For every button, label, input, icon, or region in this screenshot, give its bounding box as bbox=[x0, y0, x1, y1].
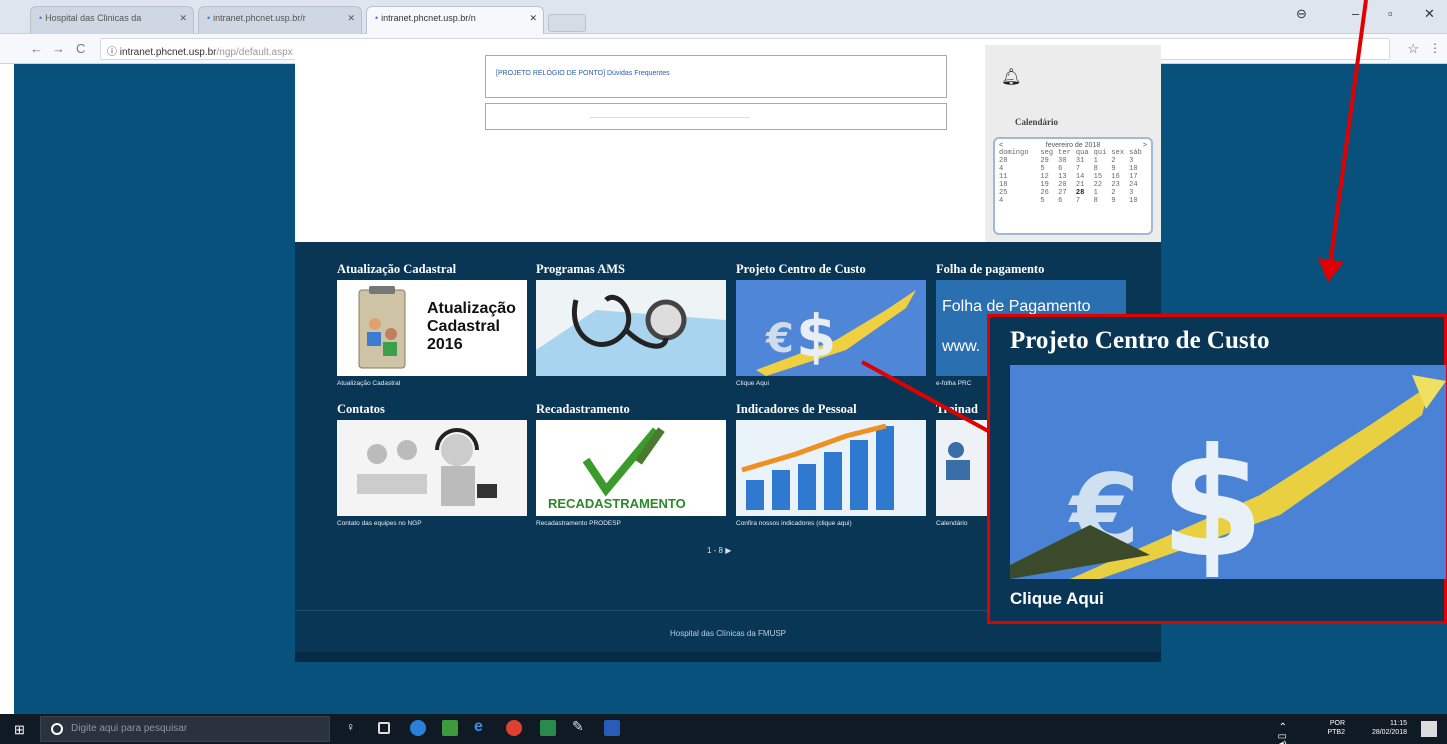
taskbar-search-input[interactable]: Digite aqui para pesquisar bbox=[40, 716, 330, 742]
chrome-icon[interactable] bbox=[506, 720, 522, 736]
arrow-top-head bbox=[1318, 258, 1344, 282]
windows-taskbar: ⊞ Digite aqui para pesquisar ♀ e ✎ ⌃ ▭ ◀… bbox=[0, 714, 1447, 744]
zoom-currency-image[interactable]: $ € bbox=[1010, 365, 1446, 579]
keyboard-layout[interactable]: POR PTB2 bbox=[1311, 719, 1345, 737]
clock-date: 28/02/2018 bbox=[1371, 729, 1407, 736]
search-placeholder: Digite aqui para pesquisar bbox=[71, 723, 188, 734]
edge-icon[interactable]: e bbox=[474, 718, 490, 735]
zoom-caption[interactable]: Clique Aqui bbox=[1010, 589, 1104, 609]
file-explorer-icon[interactable] bbox=[442, 720, 458, 736]
paint-icon[interactable]: ✎ bbox=[572, 718, 588, 734]
notification-center-icon[interactable] bbox=[1421, 721, 1437, 737]
arrow-top bbox=[1328, 0, 1368, 266]
layout-label: PTB2 bbox=[1327, 729, 1345, 736]
tray-icons[interactable]: ⌃ ▭ ◀︎) bbox=[1276, 723, 1287, 744]
zoom-callout: Projeto Centro de Custo $ € Clique Aqui bbox=[987, 314, 1447, 624]
windows-start-icon[interactable]: ⊞ bbox=[14, 722, 25, 738]
clock-time: 11:15 bbox=[1390, 720, 1407, 727]
task-view-icon[interactable] bbox=[378, 722, 390, 734]
network-app-icon[interactable] bbox=[410, 720, 426, 736]
microphone-icon[interactable]: ♀ bbox=[346, 720, 362, 736]
clock[interactable]: 11:15 28/02/2018 bbox=[1351, 719, 1407, 737]
svg-text:$: $ bbox=[1160, 417, 1264, 579]
lang-label: POR bbox=[1329, 720, 1345, 727]
arrow-tile-link bbox=[861, 360, 991, 434]
word-icon[interactable] bbox=[604, 720, 620, 736]
cortana-icon bbox=[51, 723, 63, 735]
app-icon[interactable] bbox=[540, 720, 556, 736]
zoom-title: Projeto Centro de Custo bbox=[1010, 327, 1270, 354]
